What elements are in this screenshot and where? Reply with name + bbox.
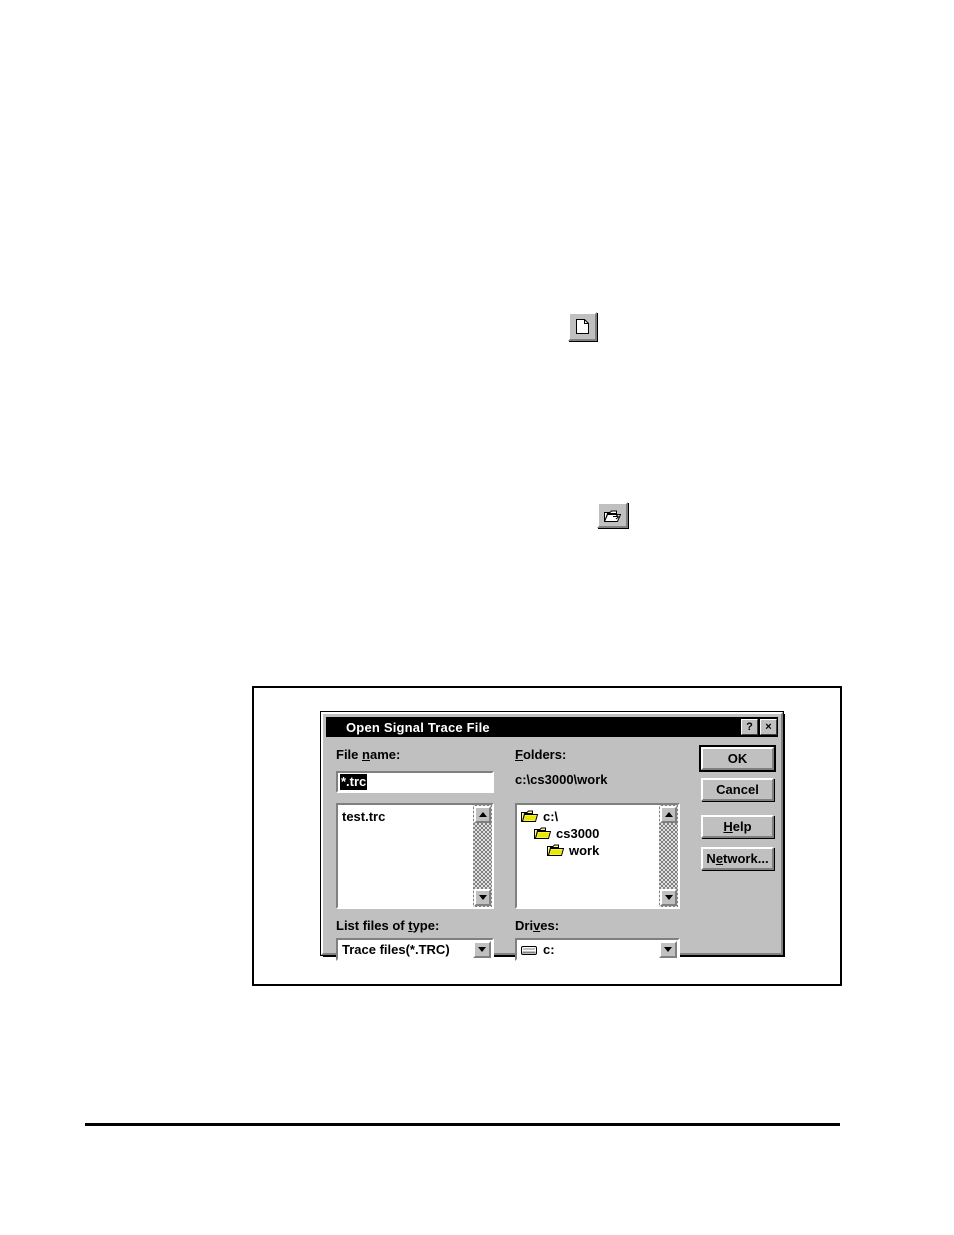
titlebar-button-group: ? × [741, 719, 777, 735]
list-files-of-type-combo[interactable]: Trace files(*.TRC) [336, 938, 494, 961]
folder-list-scrollbar[interactable] [659, 805, 678, 907]
help-button[interactable]: Help [701, 815, 774, 838]
file-list-items: test.trc [338, 805, 473, 907]
current-path: c:\cs3000\work [515, 772, 608, 787]
drives-value: c: [543, 942, 555, 957]
triangle-down-icon [664, 895, 673, 900]
file-name-value: *.trc [340, 774, 368, 790]
list-files-of-type-label: List files of type: [336, 918, 440, 933]
list-item[interactable]: c:\ [521, 808, 659, 825]
list-files-of-type-value: Trace files(*.TRC) [342, 942, 450, 957]
new-document-button[interactable] [568, 312, 597, 341]
folder-icon [521, 810, 539, 823]
drives-combo[interactable]: c: [515, 938, 680, 961]
file-name-label: File name: [336, 747, 401, 762]
folder-list-items: c:\ cs3000 work [517, 805, 659, 907]
list-item[interactable]: cs3000 [534, 825, 659, 842]
open-folder-button[interactable] [597, 502, 628, 528]
file-name-input[interactable]: *.trc [336, 771, 494, 793]
file-list-scrollbar[interactable] [473, 805, 492, 907]
triangle-down-icon [478, 895, 487, 900]
ok-button[interactable]: OK [699, 745, 776, 772]
chevron-down-icon[interactable] [659, 941, 677, 958]
triangle-up-icon [664, 812, 673, 817]
triangle-down-icon [478, 947, 486, 952]
drives-label: Drives: [515, 918, 560, 933]
cancel-button[interactable]: Cancel [701, 778, 774, 801]
close-titlebar-button[interactable]: × [760, 719, 777, 735]
open-signal-trace-file-dialog: Open Signal Trace File ? × File name: *.… [320, 711, 784, 961]
chevron-down-icon[interactable] [473, 941, 491, 958]
list-item[interactable]: work [547, 842, 659, 859]
scroll-up-button[interactable] [474, 806, 491, 823]
triangle-up-icon [478, 812, 487, 817]
dialog-titlebar[interactable]: Open Signal Trace File ? × [326, 717, 778, 737]
scroll-up-button[interactable] [660, 806, 677, 823]
dialog-title: Open Signal Trace File [346, 719, 490, 735]
folder-icon [547, 844, 565, 857]
folder-label: c:\ [543, 809, 559, 824]
scroll-down-button[interactable] [660, 889, 677, 906]
network-button[interactable]: Ne twork... [701, 847, 774, 870]
file-list[interactable]: test.trc [336, 803, 494, 909]
triangle-down-icon [664, 947, 672, 952]
folder-label: cs3000 [556, 826, 600, 841]
list-item[interactable]: test.trc [342, 808, 473, 825]
figure-frame: Open Signal Trace File ? × File name: *.… [252, 686, 842, 986]
open-folder-icon [604, 510, 621, 522]
folder-icon [534, 827, 552, 840]
scroll-down-button[interactable] [474, 889, 491, 906]
help-titlebar-button[interactable]: ? [741, 719, 758, 735]
new-document-icon [576, 319, 589, 334]
folder-list[interactable]: c:\ cs3000 work [515, 803, 680, 909]
drives-value-wrap: c: [521, 942, 555, 957]
page-footer-rule [85, 1123, 840, 1126]
folders-label: Folders: [515, 747, 567, 762]
folder-label: work [569, 843, 600, 858]
drive-icon [521, 944, 538, 955]
